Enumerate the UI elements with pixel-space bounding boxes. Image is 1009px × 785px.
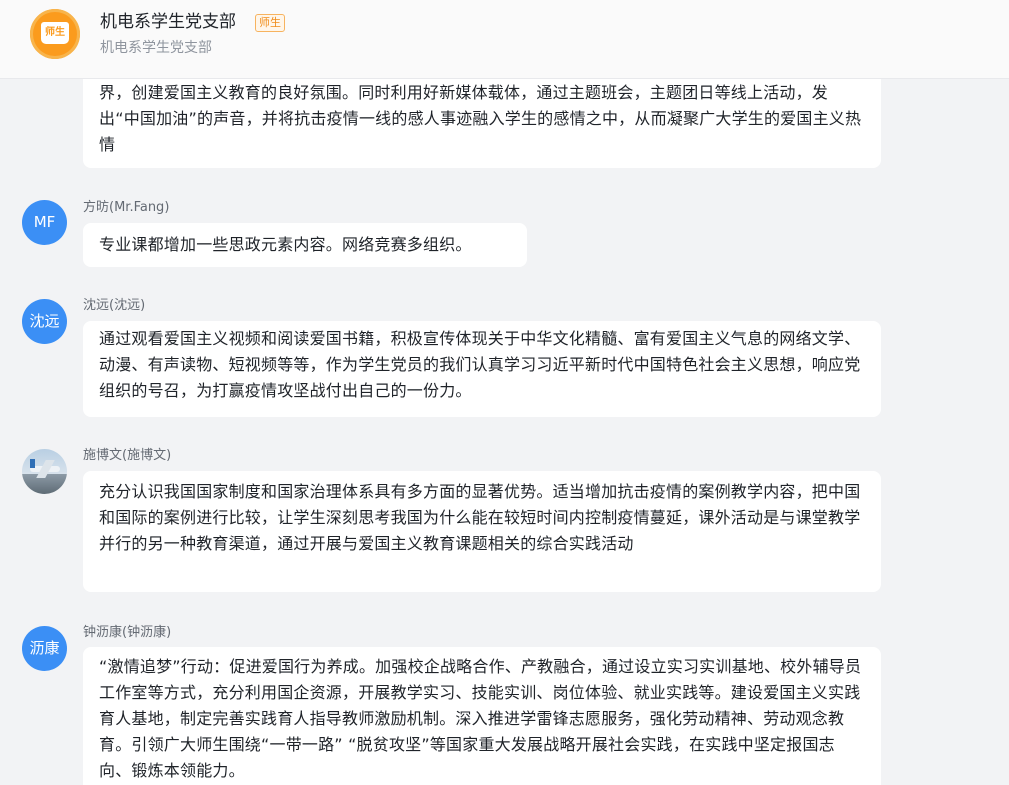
sender-name: 沈远(沈远) bbox=[83, 298, 146, 313]
airplane-tail bbox=[30, 459, 35, 468]
message-bubble[interactable]: 通过观看爱国主义视频和阅读爱国书籍，积极宣传体现关于中华文化精髓、富有爱国主义气… bbox=[83, 321, 881, 417]
message-bubble[interactable]: 专业课都增加一些思政元素内容。网络竞赛多组织。 bbox=[83, 223, 527, 267]
group-subtitle: 机电系学生党支部 bbox=[100, 40, 212, 56]
sender-name: 钟沥康(钟沥康) bbox=[83, 625, 172, 640]
message-bubble[interactable]: 充分认识我国国家制度和国家治理体系具有多方面的显著优势。适当增加抗击疫情的案例教… bbox=[83, 471, 881, 592]
message-bubble[interactable]: “激情追梦”行动：促进爱国行为养成。加强校企战略合作、产教融合，通过设立实习实训… bbox=[83, 647, 881, 785]
sender-name: 方昉(Mr.Fang) bbox=[83, 200, 170, 215]
group-avatar[interactable]: 师生 bbox=[30, 9, 80, 59]
chat-header: 师生 机电系学生党支部 师生 机电系学生党支部 bbox=[0, 0, 1009, 79]
avatar[interactable]: 沈远 bbox=[22, 299, 67, 344]
group-type-badge: 师生 bbox=[255, 14, 285, 32]
avatar[interactable]: MF bbox=[22, 200, 67, 245]
book-icon: 师生 bbox=[41, 22, 69, 44]
message-bubble[interactable]: 界，创建爱国主义教育的良好氛围。同时利用好新媒体载体，通过主题班会，主题团日等线… bbox=[83, 70, 881, 168]
airplane-photo-icon[interactable] bbox=[22, 449, 67, 494]
group-title: 机电系学生党支部 bbox=[100, 12, 236, 32]
sender-name: 施博文(施博文) bbox=[83, 448, 172, 463]
avatar[interactable]: 沥康 bbox=[22, 626, 67, 671]
